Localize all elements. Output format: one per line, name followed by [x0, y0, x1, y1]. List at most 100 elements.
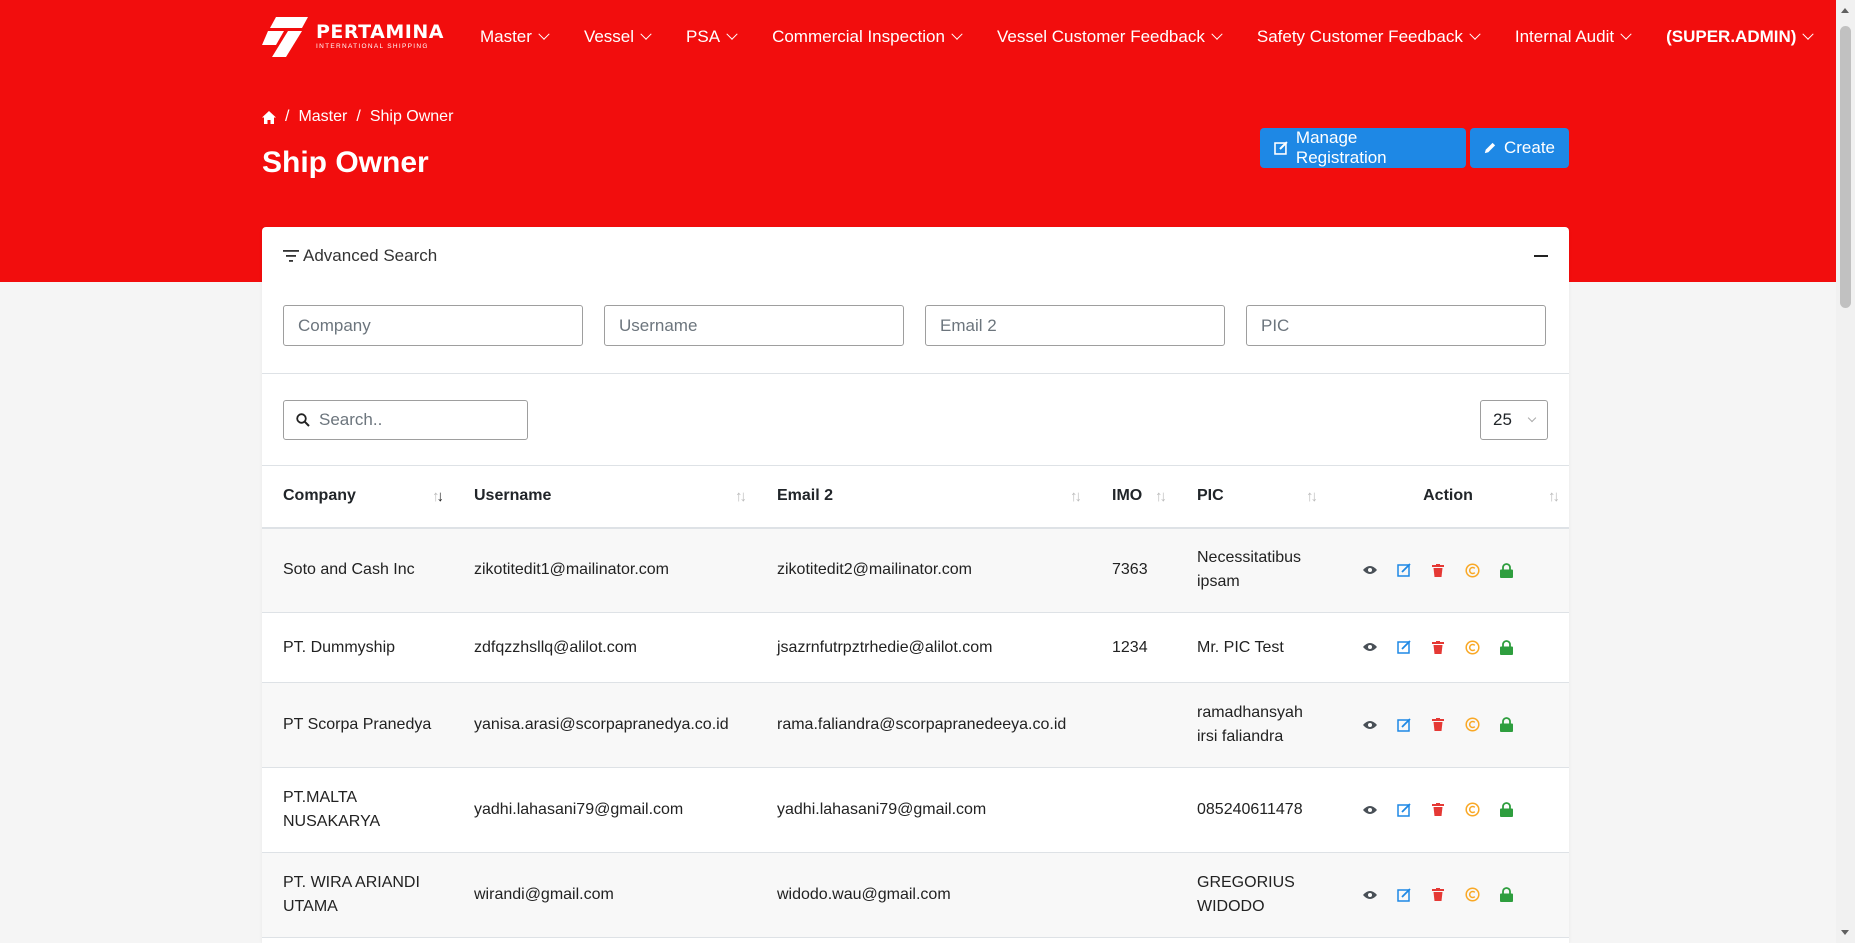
ship-owner-table: Company ↑↓ Username ↑↓ Email 2 ↑↓ IMO ↑↓ PIC… [262, 465, 1569, 938]
copyright-icon[interactable] [1463, 886, 1481, 904]
copyright-icon[interactable] [1463, 638, 1481, 656]
table-row: PT. Dummyship zdfqzzhsllq@alilot.com jsazr… [262, 613, 1569, 683]
lock-icon[interactable] [1497, 801, 1515, 819]
table-row: Soto and Cash Inc zikotitedit1@mailinator… [262, 527, 1569, 613]
column-header-email2[interactable]: Email 2 ↑↓ [756, 466, 1091, 528]
sort-icon[interactable]: ↑↓ [1070, 488, 1082, 505]
cell-imo: 7363 [1112, 561, 1148, 579]
nav-master[interactable]: Master [479, 27, 550, 47]
header-label: PIC [1197, 487, 1224, 505]
scrollbar[interactable] [1836, 0, 1855, 943]
brand-logo[interactable]: PERTAMINA INTERNATIONAL SHIPPING [262, 17, 444, 57]
lock-icon[interactable] [1497, 638, 1515, 656]
cell-actions [1327, 528, 1569, 613]
view-icon[interactable] [1361, 801, 1379, 819]
company-filter-input[interactable] [283, 305, 583, 346]
cell-imo [1091, 683, 1176, 768]
view-icon[interactable] [1361, 561, 1379, 579]
sort-icon[interactable]: ↑↓ [735, 488, 747, 505]
nav-vessel[interactable]: Vessel [583, 27, 652, 47]
nav-label: Master [479, 27, 532, 46]
cell-company: PT. Dummyship [283, 638, 396, 656]
cell-pic: ramadhansyah irsi faliandra [1197, 704, 1303, 745]
view-icon[interactable] [1361, 716, 1379, 734]
delete-icon[interactable] [1429, 886, 1447, 904]
cell-imo: 1234 [1112, 638, 1148, 656]
copyright-icon[interactable] [1463, 716, 1481, 734]
pencil-icon [1484, 142, 1496, 154]
cell-email2: yadhi.lahasani79@gmail.com [777, 801, 987, 818]
user-name: (SUPER.ADMIN) [1666, 27, 1797, 46]
cell-company: PT.MALTA NUSAKARYA [283, 789, 381, 830]
sort-icon[interactable]: ↑↓ [432, 488, 444, 505]
lock-icon[interactable] [1497, 886, 1515, 904]
copyright-icon[interactable] [1463, 561, 1481, 579]
column-header-pic[interactable]: PIC ↑↓ [1176, 466, 1327, 528]
scrollbar-thumb[interactable] [1840, 26, 1851, 308]
collapse-icon[interactable] [1534, 255, 1548, 257]
breadcrumb-master[interactable]: Master [298, 108, 347, 126]
breadcrumb-current: Ship Owner [369, 108, 454, 125]
nav-vessel-customer-feedback[interactable]: Vessel Customer Feedback [997, 27, 1223, 47]
column-header-username[interactable]: Username ↑↓ [453, 466, 756, 528]
username-filter-input[interactable] [604, 305, 904, 346]
edit-icon[interactable] [1395, 716, 1413, 734]
header-label: Email 2 [777, 487, 834, 505]
edit-icon[interactable] [1395, 638, 1413, 656]
user-menu[interactable]: (SUPER.ADMIN) [1666, 27, 1815, 47]
table-row: PT Scorpa Pranedya yanisa.arasi@scorpapra… [262, 682, 1569, 768]
edit-icon[interactable] [1395, 801, 1413, 819]
breadcrumb-separator: / [356, 108, 361, 125]
filter-icon [283, 250, 299, 262]
delete-icon[interactable] [1429, 638, 1447, 656]
scroll-up-arrow-icon[interactable] [1841, 8, 1849, 13]
edit-icon[interactable] [1395, 886, 1413, 904]
header-label: Username [474, 487, 552, 505]
breadcrumb-separator: / [285, 108, 290, 125]
chevron-down-icon [1802, 28, 1815, 40]
view-icon[interactable] [1361, 886, 1379, 904]
scroll-down-arrow-icon[interactable] [1841, 930, 1849, 935]
column-header-imo[interactable]: IMO ↑↓ [1091, 466, 1176, 528]
nav-safety-customer-feedback[interactable]: Safety Customer Feedback [1257, 27, 1481, 47]
cell-imo [1091, 768, 1176, 853]
copyright-icon[interactable] [1463, 801, 1481, 819]
cell-pic: GREGORIUS WIDODO [1197, 874, 1295, 915]
home-icon[interactable] [262, 110, 276, 124]
column-header-action[interactable]: Action ↑↓ [1327, 466, 1569, 528]
view-icon[interactable] [1361, 638, 1379, 656]
nav-internal-audit[interactable]: Internal Audit [1515, 27, 1632, 47]
manage-registration-button[interactable]: Manage Registration [1260, 128, 1466, 168]
cell-imo [1091, 853, 1176, 938]
search-box[interactable] [283, 399, 528, 440]
search-input[interactable] [319, 409, 499, 430]
lock-icon[interactable] [1497, 561, 1515, 579]
delete-icon[interactable] [1429, 716, 1447, 734]
cell-actions [1327, 768, 1569, 853]
pic-filter-input[interactable] [1246, 305, 1546, 346]
email2-filter-input[interactable] [925, 305, 1225, 346]
delete-icon[interactable] [1429, 561, 1447, 579]
page-size-select[interactable]: 25 [1480, 399, 1548, 440]
column-header-company[interactable]: Company ↑↓ [262, 466, 453, 528]
nav-psa[interactable]: PSA [686, 27, 738, 47]
cell-actions [1327, 853, 1569, 938]
table-header-row: Company ↑↓ Username ↑↓ Email 2 ↑↓ IMO ↑↓ PIC… [262, 465, 1569, 528]
page-size-value: 25 [1493, 409, 1512, 429]
nav-commercial-inspection[interactable]: Commercial Inspection [772, 27, 963, 47]
sort-icon[interactable]: ↑↓ [1306, 488, 1318, 505]
edit-icon[interactable] [1395, 561, 1413, 579]
nav-label: PSA [686, 27, 721, 46]
advanced-search-filters [262, 305, 1569, 346]
create-button[interactable]: Create [1470, 128, 1569, 168]
top-navbar: PERTAMINA INTERNATIONAL SHIPPING Master … [262, 14, 1815, 60]
cell-pic: 085240611478 [1197, 801, 1303, 818]
manage-registration-label: Manage Registration [1295, 128, 1387, 167]
create-label: Create [1503, 138, 1555, 157]
delete-icon[interactable] [1429, 801, 1447, 819]
lock-icon[interactable] [1497, 716, 1515, 734]
sort-icon[interactable]: ↑↓ [1155, 488, 1167, 505]
advanced-search-title: Advanced Search [303, 246, 438, 265]
sort-icon[interactable]: ↑↓ [1548, 488, 1560, 505]
nav-label: Vessel [583, 27, 635, 46]
